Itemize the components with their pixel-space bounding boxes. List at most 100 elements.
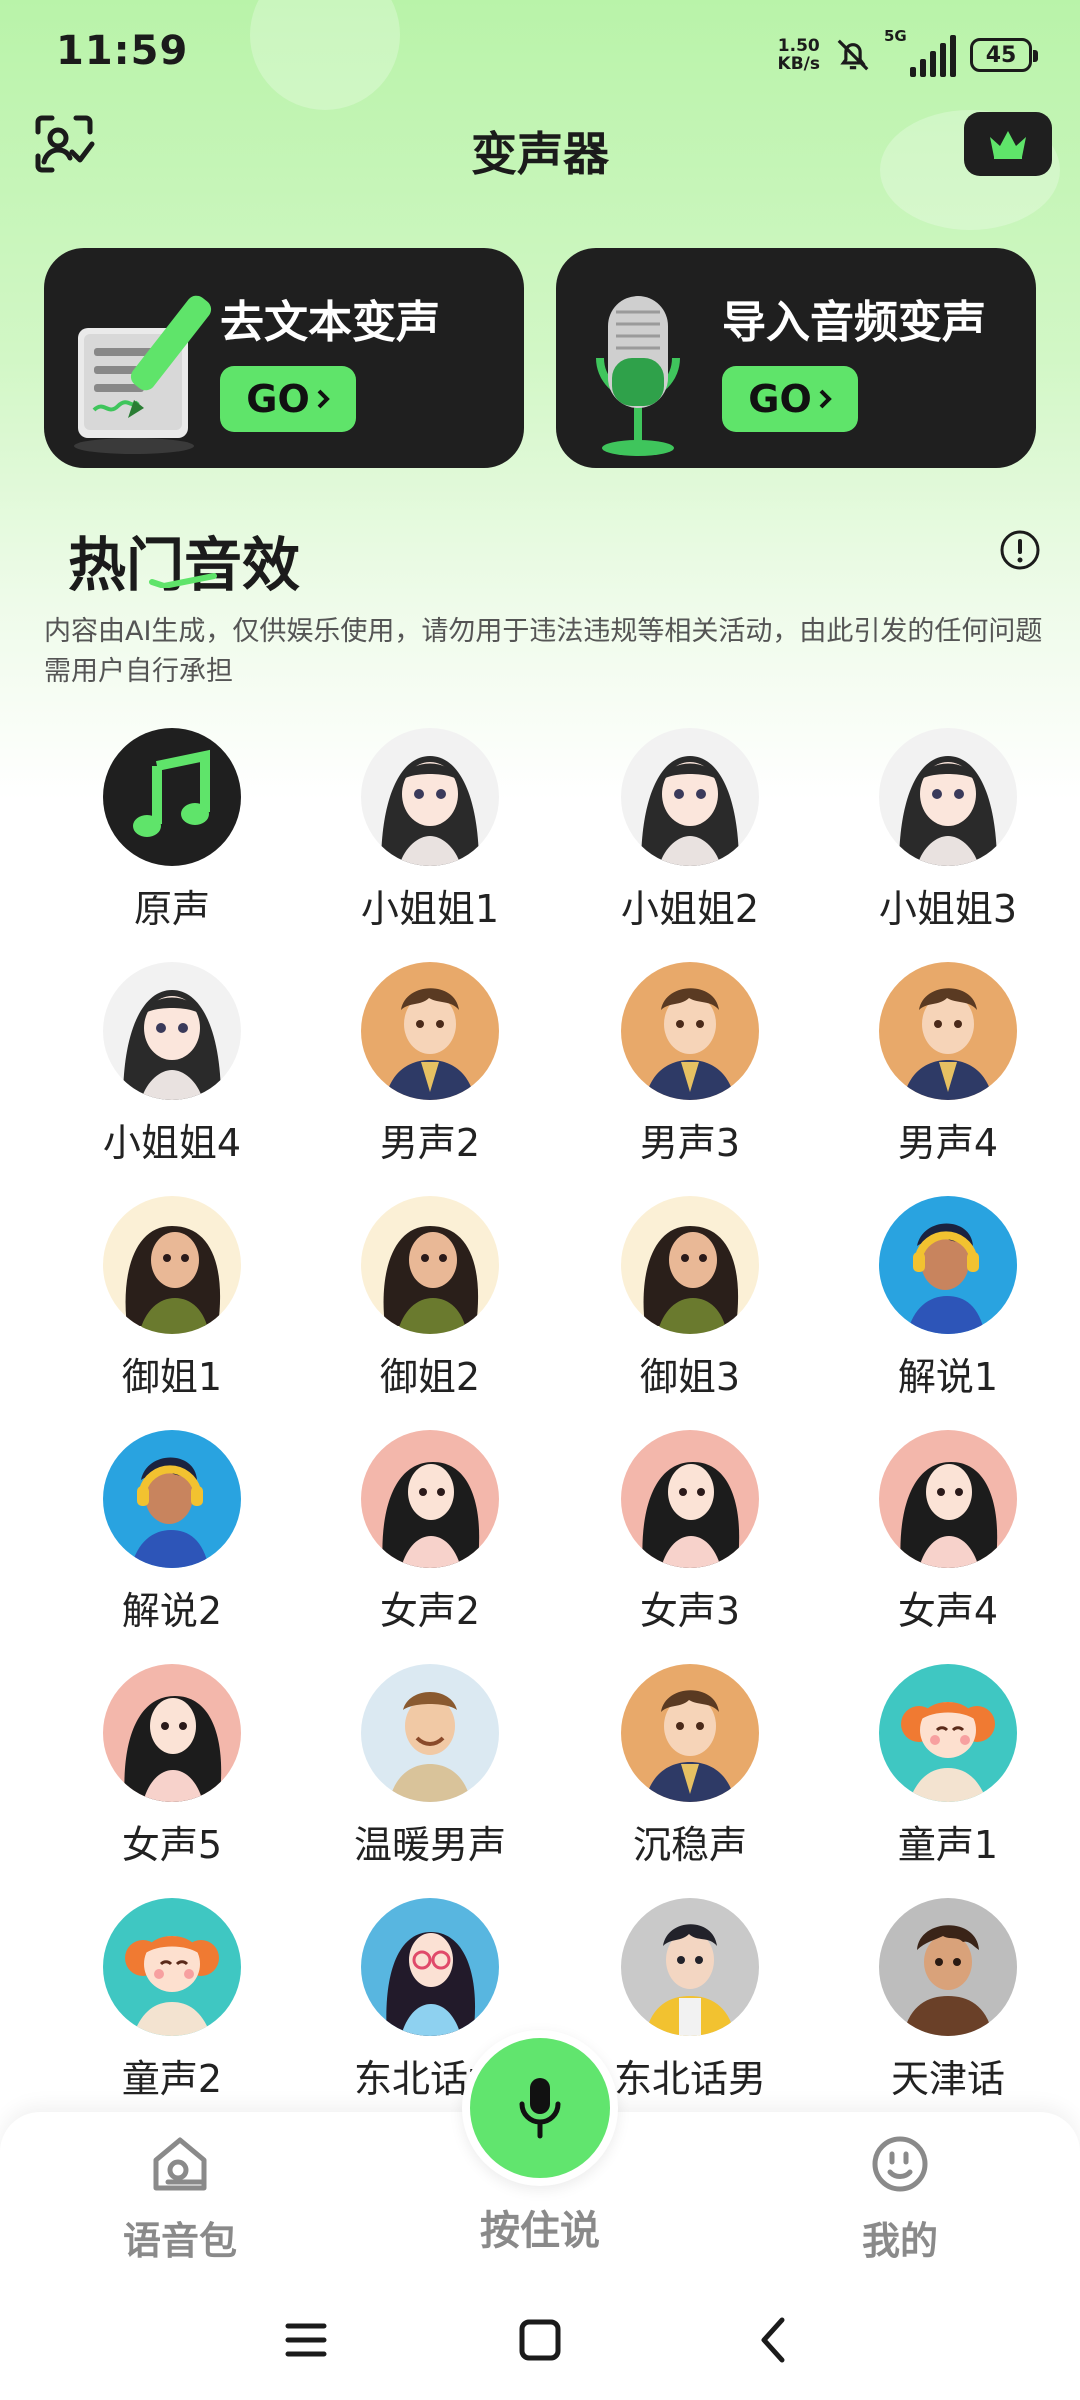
- voice-effect-item[interactable]: 御姐1: [42, 1196, 302, 1430]
- voice-effect-item[interactable]: 小姐姐1: [300, 728, 560, 962]
- voice-effect-label: 温暖男声: [353, 1823, 506, 1867]
- voice-effect-label: 女声5: [121, 1823, 223, 1867]
- import-audio-card[interactable]: 导入音频变声 GO: [556, 248, 1036, 468]
- crown-icon: [990, 131, 1026, 159]
- voice-avatar: [621, 1898, 759, 2036]
- title-underline-mark: [149, 573, 217, 588]
- hold-to-talk-label: 按住说: [480, 2208, 600, 2254]
- voice-avatar: [879, 962, 1017, 1100]
- voice-effect-item[interactable]: 解说1: [818, 1196, 1078, 1430]
- voice-avatar: [621, 1196, 759, 1334]
- voice-effect-label: 解说2: [121, 1589, 223, 1633]
- voice-effect-item[interactable]: 御姐3: [560, 1196, 820, 1430]
- voice-effect-label: 女声2: [379, 1589, 481, 1633]
- card-title: 导入音频变声: [722, 297, 986, 348]
- voice-avatar: [879, 1430, 1017, 1568]
- voice-effect-label: 御姐2: [379, 1355, 481, 1399]
- system-nav-bar: [0, 2310, 1080, 2380]
- voice-effect-label: 男声3: [639, 1121, 741, 1165]
- voice-effect-item[interactable]: 解说2: [42, 1430, 302, 1664]
- voice-effect-item[interactable]: 小姐姐3: [818, 728, 1078, 962]
- hold-to-talk-button[interactable]: [462, 2030, 618, 2186]
- music-note-icon: [103, 728, 241, 866]
- voice-effect-label: 沉稳声: [632, 1823, 747, 1867]
- home-square-icon[interactable]: [510, 2310, 570, 2370]
- voice-avatar: [621, 1664, 759, 1802]
- status-time: 11:59: [56, 28, 189, 74]
- document-pen-icon: [74, 295, 212, 454]
- voice-effect-item[interactable]: 女声3: [560, 1430, 820, 1664]
- voice-effect-item[interactable]: 小姐姐2: [560, 728, 820, 962]
- page-title: 变声器: [471, 127, 609, 181]
- voice-effect-item[interactable]: 男声4: [818, 962, 1078, 1196]
- voice-effect-label: 原声: [133, 887, 210, 931]
- bell-muted-icon: [837, 39, 869, 71]
- voice-avatar: [879, 728, 1017, 866]
- section-title: 热门音效: [68, 531, 301, 599]
- voice-avatar: [103, 962, 241, 1100]
- voice-effect-label: 童声1: [897, 1823, 999, 1867]
- voice-effect-item[interactable]: 温暖男声: [300, 1664, 560, 1898]
- vip-button[interactable]: [964, 112, 1052, 176]
- back-icon[interactable]: [744, 2310, 804, 2370]
- voice-effect-item[interactable]: 女声4: [818, 1430, 1078, 1664]
- voice-avatar: [103, 1664, 241, 1802]
- home-voice-icon: [153, 2137, 207, 2191]
- voice-effect-item[interactable]: 原声: [42, 728, 302, 962]
- voice-effect-label: 解说1: [897, 1355, 999, 1399]
- voice-effect-item[interactable]: 沉稳声: [560, 1664, 820, 1898]
- voice-effect-label: 天津话: [890, 2057, 1005, 2101]
- voice-avatar: [621, 1430, 759, 1568]
- voice-effect-label: 小姐姐4: [102, 1121, 242, 1165]
- voice-effect-item[interactable]: 男声3: [560, 962, 820, 1196]
- go-label: GO: [748, 377, 812, 421]
- signal-label: 5G: [884, 27, 907, 45]
- voice-avatar: [103, 1430, 241, 1568]
- menu-icon[interactable]: [276, 2310, 336, 2370]
- card-title: 去文本变声: [220, 297, 440, 348]
- voice-effect-label: 女声3: [639, 1589, 741, 1633]
- voice-effect-label: 男声2: [379, 1121, 481, 1165]
- go-button[interactable]: GO: [722, 366, 858, 432]
- voice-avatar: [103, 1898, 241, 2036]
- network-speed: 1.50 KB/s: [778, 37, 820, 73]
- status-bar: 11:59 1.50 KB/s 5G 45: [0, 0, 1080, 110]
- voice-avatar: [361, 1664, 499, 1802]
- disclaimer-text: 内容由AI生成，仅供娱乐使用，请勿用于违法违规等相关活动，由此引发的任何问题需用…: [44, 616, 1043, 687]
- voice-avatar: [621, 728, 759, 866]
- chevron-right-icon: [819, 389, 832, 409]
- voice-effect-item[interactable]: 女声5: [42, 1664, 302, 1898]
- chevron-right-icon: [317, 389, 330, 409]
- voice-avatar: [361, 1430, 499, 1568]
- voice-avatar: [361, 728, 499, 866]
- voice-effect-label: 男声4: [897, 1121, 999, 1165]
- voice-avatar: [879, 1898, 1017, 2036]
- voice-avatar: [621, 962, 759, 1100]
- voice-effect-item[interactable]: 天津话: [818, 1898, 1078, 2132]
- voice-effect-label: 童声2: [121, 2057, 223, 2101]
- info-icon[interactable]: [998, 528, 1042, 572]
- voice-effect-item[interactable]: 小姐姐4: [42, 962, 302, 1196]
- voice-effect-item[interactable]: 童声2: [42, 1898, 302, 2132]
- microphone-icon: [519, 2078, 561, 2139]
- voice-avatar: [103, 1196, 241, 1334]
- voice-avatar: [879, 1196, 1017, 1334]
- text-voice-change-card[interactable]: 去文本变声 GO: [44, 248, 524, 468]
- voice-effect-item[interactable]: 童声1: [818, 1664, 1078, 1898]
- voice-effect-label: 御姐1: [121, 1355, 223, 1399]
- battery-indicator: 45: [970, 38, 1038, 72]
- network-speed-value: 1.50: [777, 36, 820, 56]
- smile-face-icon: [872, 2136, 928, 2192]
- voice-effect-item[interactable]: 男声2: [300, 962, 560, 1196]
- voice-effect-label: 小姐姐2: [620, 887, 760, 931]
- voice-effect-item[interactable]: 女声2: [300, 1430, 560, 1664]
- microphone-icon: [596, 296, 680, 456]
- voice-effect-item[interactable]: 御姐2: [300, 1196, 560, 1430]
- voice-avatar: [879, 1664, 1017, 1802]
- voice-effect-label: 小姐姐3: [878, 887, 1018, 931]
- go-button[interactable]: GO: [220, 366, 356, 432]
- voice-effect-label: 御姐3: [639, 1355, 741, 1399]
- voice-effect-label: 小姐姐1: [360, 887, 500, 931]
- go-label: GO: [246, 377, 310, 421]
- signal-icon: 5G: [884, 27, 956, 77]
